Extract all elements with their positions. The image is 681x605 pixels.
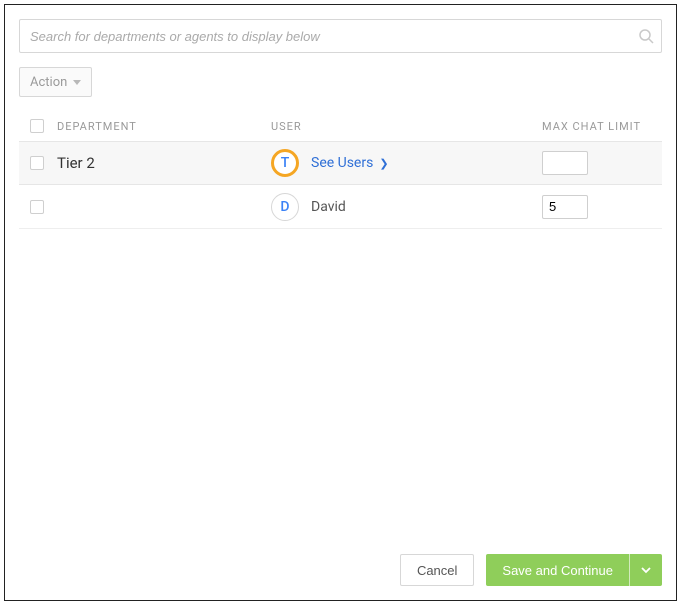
max-chat-limit-input[interactable] (542, 195, 588, 219)
search-wrap (19, 19, 662, 53)
user-name: David (311, 199, 346, 215)
table-row: D David (19, 185, 662, 229)
save-and-continue-button[interactable]: Save and Continue (486, 554, 630, 586)
save-dropdown-toggle[interactable] (630, 554, 662, 586)
col-header-max-chat-limit: MAX CHAT LIMIT (542, 120, 662, 133)
row-checkbox[interactable] (30, 156, 44, 170)
max-chat-limit-input[interactable] (542, 151, 588, 175)
row-checkbox[interactable] (30, 200, 44, 214)
action-dropdown-button[interactable]: Action (19, 67, 92, 97)
see-users-link[interactable]: See Users ❯ (311, 155, 389, 171)
avatar: D (271, 193, 299, 221)
table-row: Tier 2 T See Users ❯ (19, 141, 662, 185)
col-header-department: DEPARTMENT (55, 120, 271, 133)
chevron-right-icon: ❯ (379, 157, 388, 170)
save-button-group: Save and Continue (486, 554, 662, 586)
cancel-button[interactable]: Cancel (400, 554, 474, 586)
col-header-user: USER (271, 120, 542, 133)
chevron-down-icon (640, 564, 652, 576)
action-label: Action (30, 75, 67, 90)
see-users-label: See Users (311, 155, 373, 171)
col-header-user-label: USER (271, 120, 302, 133)
panel: Action DEPARTMENT USER MAX CHAT LIMIT Ti… (4, 4, 677, 601)
caret-down-icon (73, 80, 81, 85)
department-name: Tier 2 (57, 154, 95, 172)
footer-actions: Cancel Save and Continue (400, 554, 662, 586)
search-input[interactable] (19, 19, 662, 53)
select-all-checkbox[interactable] (30, 119, 44, 133)
avatar: T (271, 149, 299, 177)
table-header: DEPARTMENT USER MAX CHAT LIMIT (19, 113, 662, 141)
